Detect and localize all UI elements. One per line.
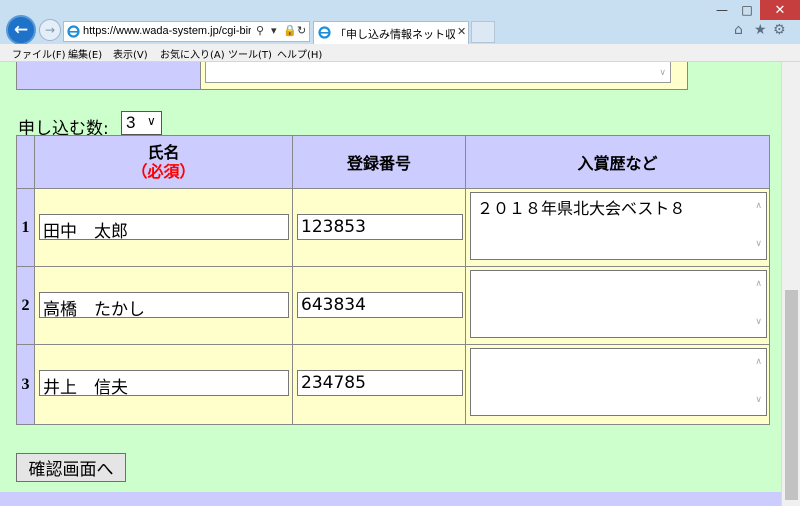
confirm-button[interactable]: 確認画面へ — [16, 453, 126, 482]
row-regno-cell: 234785 — [293, 345, 465, 424]
lock-icon: 🔒 — [283, 24, 297, 37]
menu-favorites[interactable]: お気に入り(A) — [160, 46, 225, 61]
count-select[interactable]: 3 ∨ — [121, 111, 162, 135]
refresh-icon[interactable]: ↻ — [297, 24, 306, 37]
browser-titlebar: ← → https://www.wada-system.jp/cgi-bir ⚲… — [0, 0, 800, 45]
row-regno-cell: 123853 — [293, 189, 465, 266]
menu-edit[interactable]: 編集(E) — [68, 46, 102, 61]
required-label: （必須） — [131, 162, 196, 181]
menu-bar: ファイル(F) 編集(E) 表示(V) お気に入り(A) ツール(T) ヘルプ(… — [0, 44, 800, 62]
menu-help[interactable]: ヘルプ(H) — [277, 46, 322, 61]
chevron-down-icon[interactable]: ▾ — [271, 24, 277, 37]
name-input[interactable]: 井上 信夫 — [39, 370, 289, 396]
close-tab-icon[interactable]: ✕ — [457, 25, 466, 38]
page-content: ∨ 申し込む数: 3 ∨ 氏名 （必須） 登録番号 入賞歴など 1 田中 太郎 … — [0, 62, 781, 506]
awards-text: ２０１８年県北大会ベスト８ — [477, 199, 686, 218]
tab-title: 「申し込み情報ネット収集」シ... — [335, 28, 455, 41]
row-name-cell: 高橋 たかし — [35, 267, 292, 344]
regno-input[interactable]: 123853 — [297, 214, 463, 240]
regno-input[interactable]: 643834 — [297, 292, 463, 318]
chevron-down-icon: ∨ — [147, 114, 156, 128]
previous-table-header-cell — [17, 62, 201, 89]
forward-arrow-icon: → — [44, 23, 56, 37]
row-awards-cell: ２０１８年県北大会ベスト８ ∧ ∨ — [466, 189, 769, 266]
textarea-scroll-up-icon: ∧ — [755, 357, 762, 367]
page-scrollbar[interactable] — [781, 62, 800, 506]
url-text[interactable]: https://www.wada-system.jp/cgi-bir — [83, 25, 251, 37]
row-name-cell: 井上 信夫 — [35, 345, 292, 424]
previous-table-fragment: ∨ — [16, 62, 688, 90]
textarea-scroll-down-icon: ∨ — [755, 395, 762, 405]
back-arrow-icon: ← — [13, 20, 29, 40]
forward-button[interactable]: → — [39, 19, 61, 41]
awards-textarea[interactable]: ∧ ∨ — [470, 270, 767, 338]
header-regno-cell: 登録番号 — [293, 136, 465, 188]
search-icon[interactable]: ⚲ — [256, 24, 264, 37]
footer-strip — [0, 492, 781, 506]
back-button[interactable]: ← — [6, 15, 36, 45]
minimize-button[interactable]: — — [710, 0, 734, 20]
regno-input[interactable]: 234785 — [297, 370, 463, 396]
browser-tab[interactable]: 「申し込み情報ネット収集」シ... ✕ — [313, 21, 469, 44]
maximize-button[interactable]: □ — [736, 0, 758, 20]
previous-table-data-cell: ∨ — [201, 62, 687, 89]
new-tab-button[interactable] — [471, 21, 495, 43]
settings-gear-icon[interactable]: ⚙ — [773, 22, 786, 38]
row-awards-cell: ∧ ∨ — [466, 267, 769, 344]
row-number: 1 — [17, 189, 34, 266]
header-awards-cell: 入賞歴など — [466, 136, 769, 188]
menu-view[interactable]: 表示(V) — [113, 46, 148, 61]
header-name-cell: 氏名 （必須） — [35, 136, 292, 188]
home-icon[interactable]: ⌂ — [734, 22, 743, 38]
entry-table: 氏名 （必須） 登録番号 入賞歴など 1 田中 太郎 123853 ２０１８年県… — [16, 135, 770, 425]
textarea-scroll-up-icon: ∧ — [755, 279, 762, 289]
close-window-button[interactable]: ✕ — [760, 0, 800, 20]
favorites-star-icon[interactable]: ★ — [754, 22, 767, 38]
menu-file[interactable]: ファイル(F) — [12, 46, 66, 61]
count-select-value: 3 — [126, 113, 136, 132]
header-name-label: 氏名 — [147, 143, 180, 162]
textarea-scroll-down-icon: ∨ — [755, 317, 762, 327]
row-name-cell: 田中 太郎 — [35, 189, 292, 266]
awards-textarea[interactable]: ∧ ∨ — [470, 348, 767, 416]
name-input[interactable]: 高橋 たかし — [39, 292, 289, 318]
textarea-scroll-down-icon: ∨ — [659, 68, 666, 78]
textarea-scroll-down-icon: ∨ — [755, 239, 762, 249]
ie-logo-icon — [318, 26, 331, 39]
row-number: 2 — [17, 267, 34, 344]
row-number: 3 — [17, 345, 34, 424]
menu-tools[interactable]: ツール(T) — [228, 46, 272, 61]
awards-textarea[interactable]: ２０１８年県北大会ベスト８ ∧ ∨ — [470, 192, 767, 260]
header-number-cell — [17, 136, 34, 188]
previous-textarea[interactable]: ∨ — [205, 62, 671, 83]
row-awards-cell: ∧ ∨ — [466, 345, 769, 424]
scrollbar-thumb[interactable] — [785, 290, 798, 500]
header-awards-label: 入賞歴など — [577, 154, 658, 173]
ie-logo-icon — [67, 25, 80, 38]
address-bar[interactable]: https://www.wada-system.jp/cgi-bir ⚲ ▾ 🔒… — [63, 21, 310, 42]
header-regno-label: 登録番号 — [346, 154, 411, 173]
row-regno-cell: 643834 — [293, 267, 465, 344]
name-input[interactable]: 田中 太郎 — [39, 214, 289, 240]
textarea-scroll-up-icon: ∧ — [755, 201, 762, 211]
